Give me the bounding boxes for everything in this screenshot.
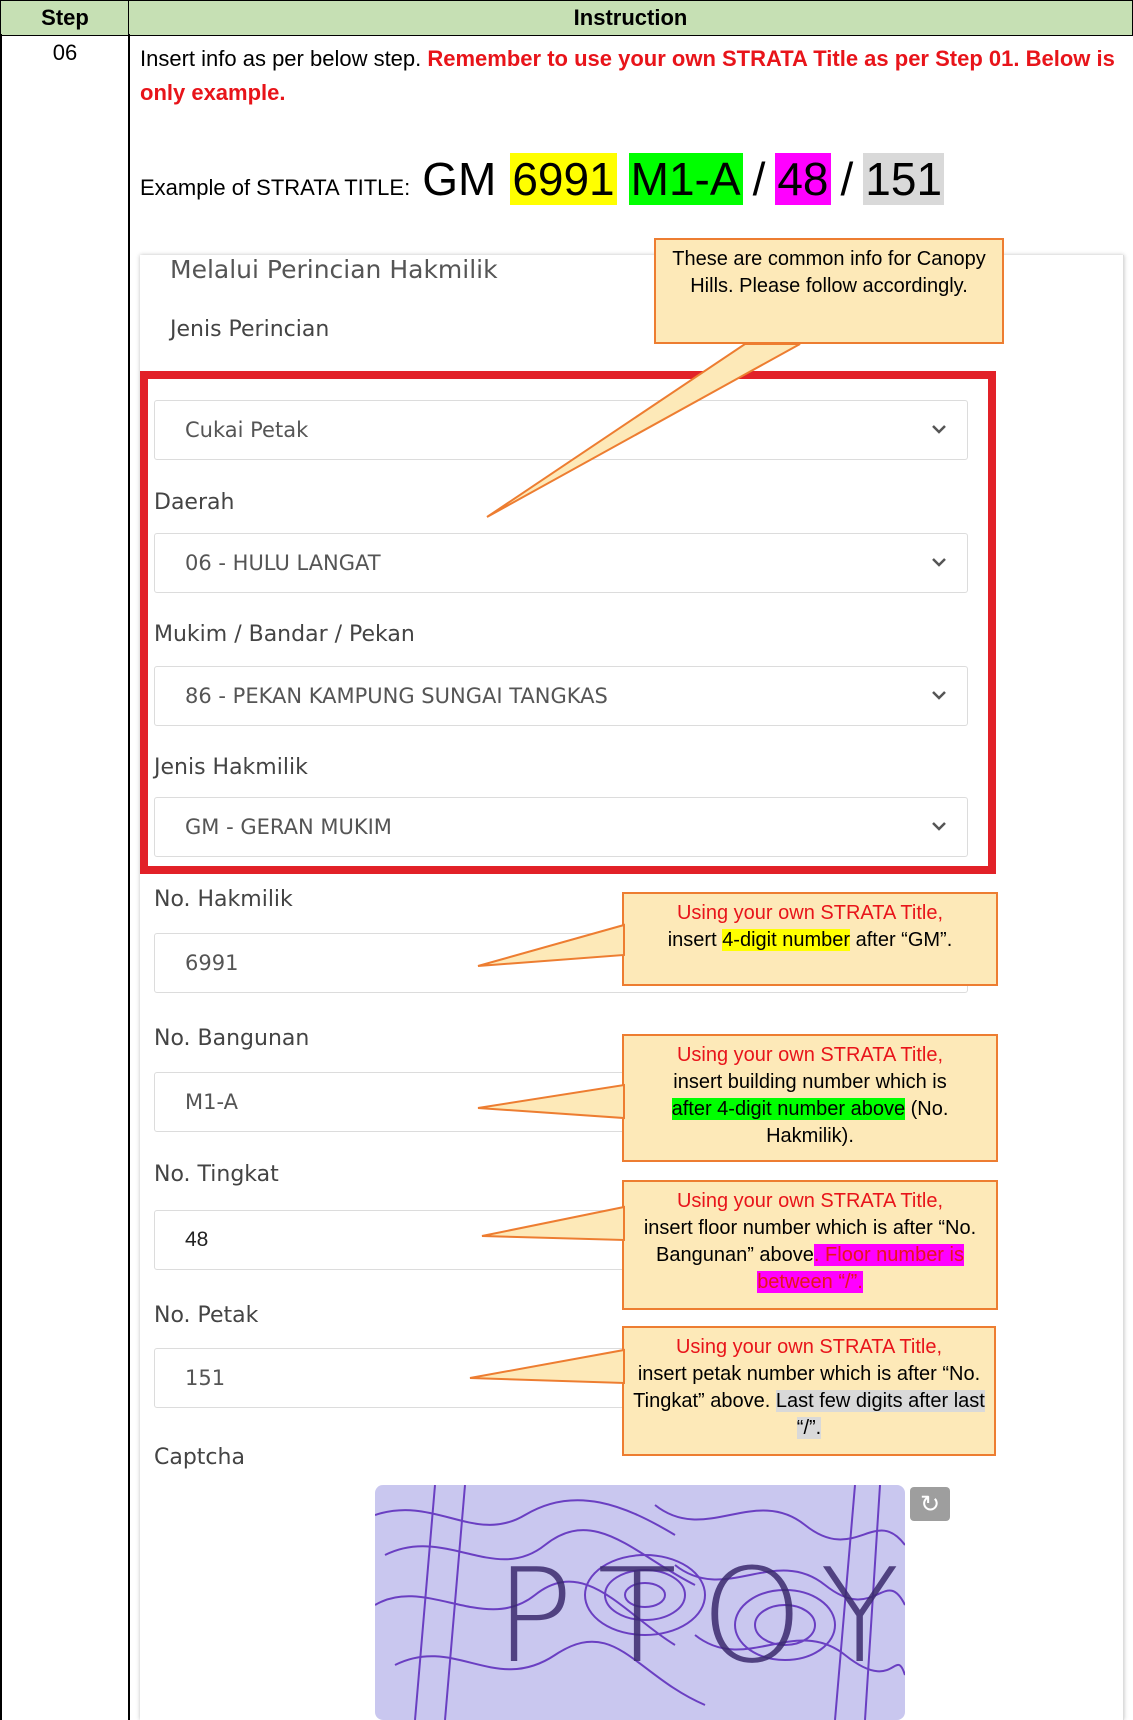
callout-hakmilik: Using your own STRATA Title, insert 4-di…	[622, 892, 998, 986]
step-number: 06	[52, 40, 78, 65]
callout-hakmilik-red: Using your own STRATA Title,	[676, 902, 943, 924]
no-petak-value: 151	[185, 1366, 226, 1390]
example-label: Example of STRATA TITLE:	[140, 175, 411, 200]
chevron-down-icon	[932, 425, 946, 434]
captcha-text: PTOY	[495, 1540, 905, 1692]
captcha-label: Captcha	[154, 1445, 245, 1470]
callout-bangunan-a: insert building number which is	[673, 1071, 947, 1093]
refresh-icon[interactable]: ↻	[910, 1487, 950, 1521]
callout-petak: Using your own STRATA Title, insert peta…	[622, 1326, 996, 1456]
example-slash-1: /	[752, 153, 766, 205]
no-tingkat-value: 48	[185, 1228, 209, 1251]
example-slash-2: /	[840, 153, 854, 205]
chevron-down-icon	[932, 558, 946, 567]
instruction-text: Insert info as per below step. Remember …	[140, 42, 1125, 110]
no-hakmilik-label: No. Hakmilik	[154, 887, 293, 912]
callout-bangunan: Using your own STRATA Title, insert buil…	[622, 1034, 998, 1162]
example-strata-title: Example of STRATA TITLE: GM 6991 M1-A / …	[140, 152, 945, 206]
daerah-label: Daerah	[154, 490, 235, 515]
jenis-hakmilik-label: Jenis Hakmilik	[154, 755, 308, 780]
callout-hakmilik-a: insert	[667, 929, 723, 951]
jenis-hakmilik-select[interactable]: GM - GERAN MUKIM	[154, 797, 968, 857]
no-bangunan-value: M1-A	[185, 1090, 238, 1114]
daerah-select[interactable]: 06 - HULU LANGAT	[154, 533, 968, 593]
jenis-hakmilik-value: GM - GERAN MUKIM	[185, 815, 392, 839]
example-prefix: GM	[422, 153, 497, 205]
form-title: Melalui Perincian Hakmilik	[170, 255, 498, 284]
jenis-perincian-select[interactable]: Cukai Petak	[154, 400, 968, 460]
callout-hakmilik-highlight: 4-digit number	[722, 929, 851, 951]
callout-petak-red: Using your own STRATA Title,	[675, 1336, 942, 1358]
example-tingkat: 48	[775, 153, 831, 205]
example-petak: 151	[863, 153, 945, 205]
captcha-image: PTOY	[375, 1485, 905, 1720]
instruction-prefix: Insert info as per below step.	[140, 46, 428, 71]
mukim-value: 86 - PEKAN KAMPUNG SUNGAI TANGKAS	[185, 684, 608, 708]
callout-tingkat-body: insert floor number which is after “No. …	[632, 1215, 988, 1296]
table-left-border	[0, 34, 2, 1720]
no-bangunan-label: No. Bangunan	[154, 1026, 310, 1051]
callout-tingkat: Using your own STRATA Title, insert floo…	[622, 1180, 998, 1310]
chevron-down-icon	[932, 822, 946, 831]
daerah-value: 06 - HULU LANGAT	[185, 551, 381, 575]
chevron-down-icon	[932, 691, 946, 700]
callout-common-text: These are common info for Canopy Hills. …	[672, 248, 986, 297]
jenis-perincian-value: Cukai Petak	[185, 418, 309, 442]
header-step: Step	[0, 0, 130, 36]
example-bangunan: M1-A	[628, 153, 743, 205]
callout-common-info: These are common info for Canopy Hills. …	[654, 238, 1004, 344]
no-hakmilik-value: 6991	[185, 951, 239, 975]
example-hakmilik: 6991	[510, 153, 617, 205]
jenis-perincian-label: Jenis Perincian	[170, 317, 330, 342]
callout-bangunan-highlight: after 4-digit number above	[671, 1098, 906, 1120]
mukim-label: Mukim / Bandar / Pekan	[154, 622, 415, 647]
callout-bangunan-red: Using your own STRATA Title,	[676, 1044, 943, 1066]
callout-bangunan-body: after 4-digit number above (No. Hakmilik…	[632, 1096, 988, 1150]
callout-tingkat-red: Using your own STRATA Title,	[676, 1190, 943, 1212]
table-column-divider	[128, 34, 130, 1720]
header-instruction: Instruction	[128, 0, 1133, 36]
callout-hakmilik-b: after “GM”.	[850, 929, 953, 951]
no-tingkat-label: No. Tingkat	[154, 1162, 279, 1187]
callout-petak-highlight: Last few digits after last “/”.	[775, 1390, 985, 1439]
no-petak-label: No. Petak	[154, 1303, 259, 1328]
mukim-select[interactable]: 86 - PEKAN KAMPUNG SUNGAI TANGKAS	[154, 666, 968, 726]
callout-hakmilik-body: insert 4-digit number after “GM”.	[632, 927, 988, 954]
callout-petak-body: insert petak number which is after “No. …	[632, 1361, 986, 1442]
